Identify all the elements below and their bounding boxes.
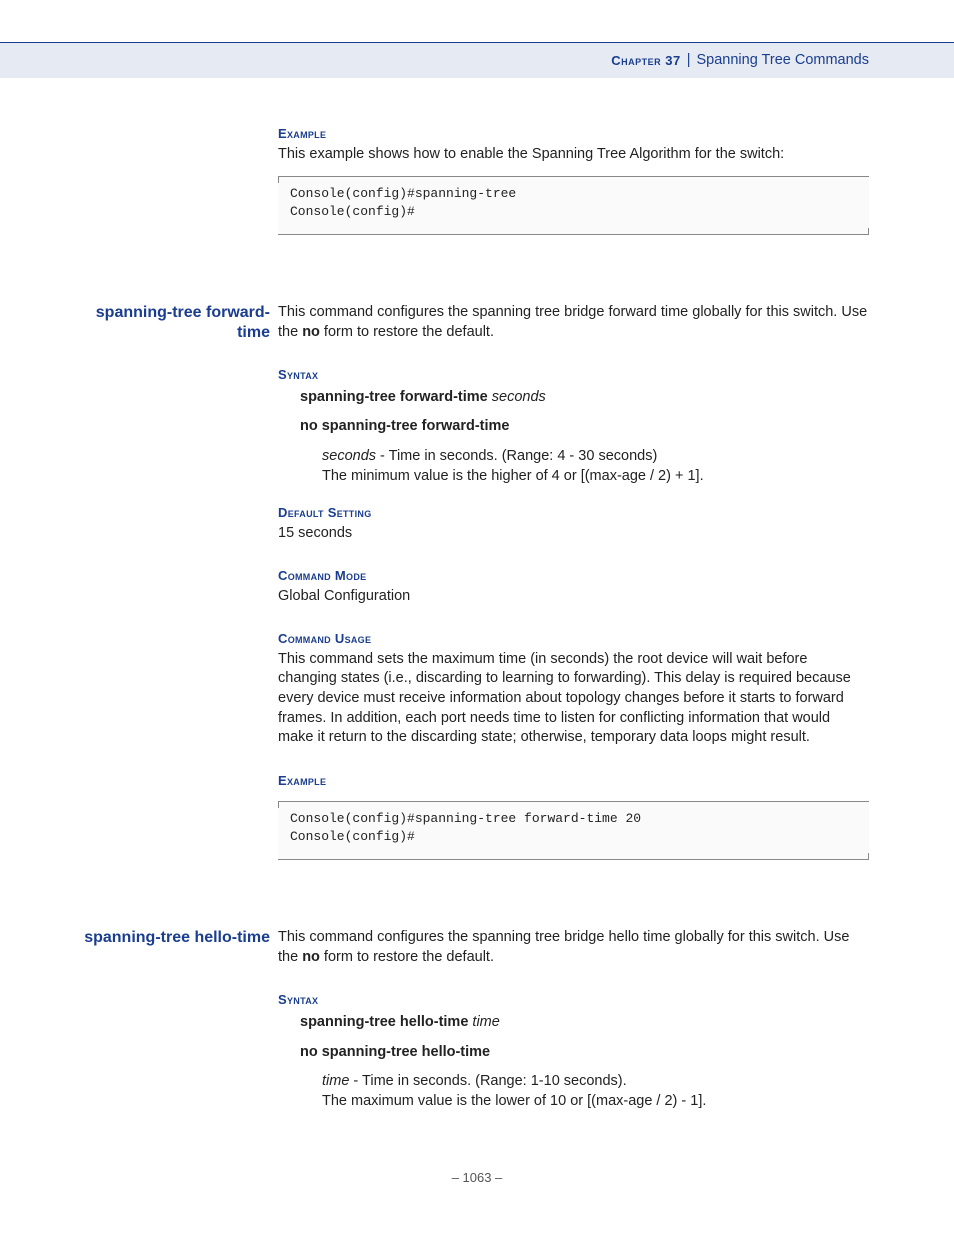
- syntax-label: Syntax: [278, 366, 869, 384]
- syntax-cmd: spanning-tree hello-time: [300, 1014, 468, 1030]
- param-desc: seconds - Time in seconds. (Range: 4 - 3…: [322, 447, 869, 486]
- main-col: Example This example shows how to enable…: [278, 125, 869, 241]
- chapter-label: Chapter 37: [611, 52, 680, 70]
- mode-label: Command Mode: [278, 567, 869, 585]
- syntax-param: seconds: [492, 389, 546, 405]
- example-label: Example: [278, 125, 869, 143]
- command-title: spanning-tree forward-time: [80, 303, 278, 866]
- syntax-line: spanning-tree forward-time seconds: [300, 388, 869, 408]
- usage-label: Command Usage: [278, 630, 869, 648]
- code-block: Console(config)#spanning-tree Console(co…: [278, 176, 869, 235]
- side-empty: [80, 125, 278, 241]
- separator: |: [687, 51, 691, 71]
- syntax-no: no spanning-tree forward-time: [300, 418, 509, 434]
- syntax-no-line: no spanning-tree forward-time: [300, 417, 869, 437]
- syntax-param: time: [472, 1014, 499, 1030]
- param-desc1: - Time in seconds. (Range: 1-10 seconds)…: [349, 1073, 626, 1089]
- param-desc: time - Time in seconds. (Range: 1-10 sec…: [322, 1072, 869, 1111]
- intro-text-b: form to restore the default.: [320, 324, 494, 340]
- section-forward-time: spanning-tree forward-time This command …: [80, 303, 869, 866]
- param-desc1: - Time in seconds. (Range: 4 - 30 second…: [376, 448, 657, 464]
- syntax-cmd: spanning-tree forward-time: [300, 389, 488, 405]
- command-intro: This command configures the spanning tre…: [278, 303, 869, 342]
- usage-text: This command sets the maximum time (in s…: [278, 650, 869, 748]
- default-label: Default Setting: [278, 504, 869, 522]
- command-title: spanning-tree hello-time: [80, 928, 278, 1111]
- content-area: Example This example shows how to enable…: [80, 125, 869, 1129]
- intro-text-b: form to restore the default.: [320, 949, 494, 965]
- main-col: This command configures the spanning tre…: [278, 928, 869, 1111]
- mode-value: Global Configuration: [278, 587, 869, 607]
- param-desc2: The maximum value is the lower of 10 or …: [322, 1093, 706, 1109]
- example-intro: This example shows how to enable the Spa…: [278, 145, 869, 165]
- command-intro: This command configures the spanning tre…: [278, 928, 869, 967]
- section-hello-time: spanning-tree hello-time This command co…: [80, 928, 869, 1111]
- page-footer: – 1063 –: [0, 1169, 954, 1187]
- page-number: – 1063 –: [452, 1170, 503, 1185]
- section-example-prev: Example This example shows how to enable…: [80, 125, 869, 241]
- syntax-no: no spanning-tree hello-time: [300, 1044, 490, 1060]
- page-header: Chapter 37 | Spanning Tree Commands: [0, 42, 954, 78]
- main-col: This command configures the spanning tre…: [278, 303, 869, 866]
- default-value: 15 seconds: [278, 524, 869, 544]
- param-name: seconds: [322, 448, 376, 464]
- param-name: time: [322, 1073, 349, 1089]
- chapter-title: Spanning Tree Commands: [697, 51, 870, 71]
- page: Chapter 37 | Spanning Tree Commands Exam…: [0, 0, 954, 1235]
- syntax-no-line: no spanning-tree hello-time: [300, 1043, 869, 1063]
- intro-no: no: [302, 949, 320, 965]
- code-block: Console(config)#spanning-tree forward-ti…: [278, 801, 869, 860]
- intro-no: no: [302, 324, 320, 340]
- syntax-line: spanning-tree hello-time time: [300, 1013, 869, 1033]
- syntax-label: Syntax: [278, 991, 869, 1009]
- example-label: Example: [278, 772, 869, 790]
- param-desc2: The minimum value is the higher of 4 or …: [322, 468, 704, 484]
